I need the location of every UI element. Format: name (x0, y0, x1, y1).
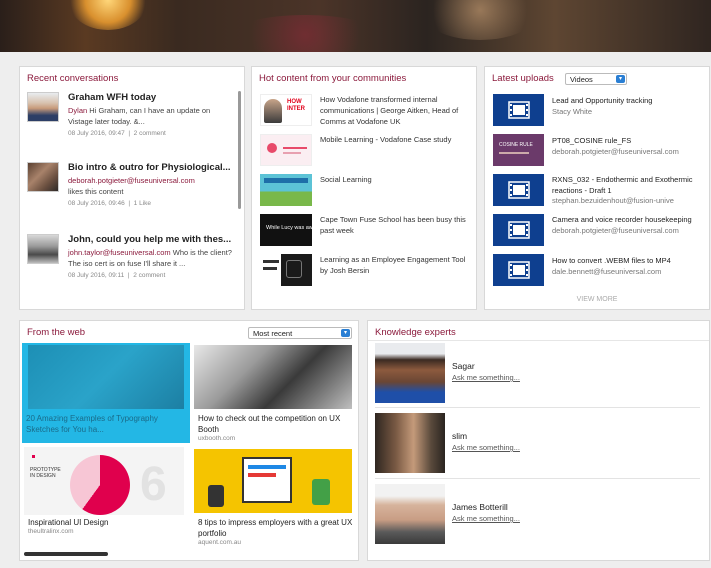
hot-content-text[interactable]: Social Learning (320, 174, 475, 185)
conversations-scrollbar[interactable] (238, 91, 241, 209)
upload-title[interactable]: PT08_COSINE rule_FS (552, 136, 705, 147)
presentation-thumbnail: COSINE RULE (493, 134, 544, 166)
web-article[interactable]: How to check out the competition on UX B… (194, 345, 354, 445)
upload-item[interactable]: Lead and Opportunity tracking Stacy Whit… (493, 94, 705, 126)
avatar (27, 92, 59, 122)
article-source: uxbooth.com (198, 435, 236, 442)
film-icon (493, 94, 544, 126)
web-article[interactable]: 20 Amazing Examples of Typography Sketch… (22, 343, 190, 443)
avatar (27, 234, 59, 264)
content-thumbnail: HOW INTER (260, 94, 312, 126)
article-image (194, 345, 352, 409)
hot-content-item[interactable]: Learning as an Employee Engagement Tool … (260, 254, 475, 286)
conversation-snippet: Dylan Hi Graham, can I have an update on… (68, 106, 211, 126)
upload-user[interactable]: deborah.potgieter@fuseuniversal.com (552, 226, 705, 237)
upload-title[interactable]: RXNS_032 - Endothermic and Exothermic re… (552, 175, 705, 196)
avatar (27, 162, 59, 192)
expert-photo (375, 343, 445, 403)
conversation-snippet: deborah.potgieter@fuseuniversal.com like… (68, 176, 195, 196)
horizontal-scrollbar[interactable] (24, 552, 108, 556)
content-thumbnail (260, 254, 312, 286)
expert-item[interactable]: Sagar Ask me something... (375, 343, 695, 403)
knowledge-experts-title: Knowledge experts (368, 321, 709, 341)
upload-user[interactable]: dale.bennett@fuseuniversal.com (552, 267, 705, 278)
upload-user[interactable]: deborah.potgieter@fuseuniversal.com (552, 147, 705, 158)
expert-name[interactable]: slim (452, 431, 467, 441)
conversation-snippet: john.taylor@fuseuniversal.com Who is the… (68, 248, 232, 268)
comment-count[interactable]: 2 comment (134, 130, 166, 137)
chevron-down-icon: ▾ (341, 329, 350, 337)
upload-type-select[interactable]: Videos ▾ (565, 73, 627, 85)
ask-link[interactable]: Ask me something... (452, 514, 520, 523)
article-caption[interactable]: 8 tips to impress employers with a great… (198, 517, 354, 539)
upload-item[interactable]: Camera and voice recorder housekeeping d… (493, 214, 705, 246)
conversation-author[interactable]: Dylan (68, 106, 87, 115)
conversation-author[interactable]: john.taylor@fuseuniversal.com (68, 248, 171, 257)
hot-content-text[interactable]: Mobile Learning - Vodafone Case study (320, 134, 475, 145)
like-count[interactable]: 1 Like (134, 200, 151, 207)
hot-content-item[interactable]: Social Learning (260, 174, 475, 206)
ask-link[interactable]: Ask me something... (452, 443, 520, 452)
conversation-meta: 08 July 2016, 09:47 | 2 comment (68, 130, 166, 137)
hot-content-text[interactable]: Cape Town Fuse School has been busy this… (320, 214, 475, 236)
chevron-down-icon: ▾ (616, 75, 625, 83)
hot-content-item[interactable]: HOW INTER How Vodafone transformed intern… (260, 94, 475, 126)
sort-select[interactable]: Most recent ▾ (248, 327, 352, 339)
upload-user[interactable]: Stacy White (552, 107, 705, 118)
hot-content-text[interactable]: Learning as an Employee Engagement Tool … (320, 254, 475, 276)
recent-conversations-card: Recent conversations Graham WFH today Dy… (19, 66, 245, 310)
knowledge-experts-card: Knowledge experts Sagar Ask me something… (367, 320, 710, 561)
expert-photo (375, 413, 445, 473)
hot-content-text[interactable]: How Vodafone transformed internal commun… (320, 94, 475, 127)
article-image: PROTOTYPE IN DESIGN 6 (24, 447, 184, 515)
recent-conversations-title: Recent conversations (27, 73, 119, 84)
upload-title[interactable]: How to convert .WEBM files to MP4 (552, 256, 705, 267)
web-article[interactable]: PROTOTYPE IN DESIGN 6 Inspirational UI D… (24, 447, 190, 547)
ask-link[interactable]: Ask me something... (452, 373, 520, 382)
upload-item[interactable]: How to convert .WEBM files to MP4 dale.b… (493, 254, 705, 286)
from-the-web-card: From the web Most recent ▾ 20 Amazing Ex… (19, 320, 359, 561)
article-image (28, 345, 184, 409)
article-source: aquent.com.au (198, 539, 242, 546)
hot-content-card: Hot content from your communities HOW INT… (251, 66, 477, 310)
conversation-meta: 08 July 2016, 09:11 | 2 comment (68, 272, 166, 279)
film-icon (493, 214, 544, 246)
conversation-meta: 08 July 2016, 09:46 | 1 Like (68, 200, 152, 207)
upload-item[interactable]: COSINE RULE PT08_COSINE rule_FS deborah.… (493, 134, 705, 166)
expert-item[interactable]: James Botterill Ask me something... (375, 484, 695, 544)
upload-title[interactable]: Camera and voice recorder housekeeping (552, 215, 705, 226)
hot-content-item[interactable]: Mobile Learning - Vodafone Case study (260, 134, 475, 166)
content-thumbnail: While Lucy was away... (260, 214, 323, 246)
article-caption[interactable]: How to check out the competition on UX B… (198, 413, 354, 435)
latest-uploads-card: Latest uploads Videos ▾ Lead and Opportu… (484, 66, 710, 310)
conversation-author[interactable]: deborah.potgieter@fuseuniversal.com (68, 176, 195, 185)
conversation-title[interactable]: John, could you help me with thes... (68, 234, 237, 245)
upload-user[interactable]: stephan.bezuidenhout@fusion-unive (552, 196, 705, 207)
conversation-title[interactable]: Bio intro & outro for Physiological... (68, 162, 237, 173)
hot-content-item[interactable]: While Lucy was away... Cape Town Fuse Sc… (260, 214, 475, 246)
film-icon (493, 174, 544, 206)
article-image (194, 449, 352, 513)
expert-photo (375, 484, 445, 544)
view-more-link[interactable]: VIEW MORE (485, 296, 709, 303)
content-thumbnail (260, 134, 312, 166)
expert-item[interactable]: slim Ask me something... (375, 413, 695, 473)
article-caption[interactable]: 20 Amazing Examples of Typography Sketch… (26, 413, 188, 435)
expert-name[interactable]: Sagar (452, 361, 475, 371)
hot-content-title: Hot content from your communities (259, 73, 407, 84)
film-icon (493, 254, 544, 286)
upload-title[interactable]: Lead and Opportunity tracking (552, 96, 705, 107)
conversation-title[interactable]: Graham WFH today (68, 92, 237, 103)
article-source: theultralinx.com (28, 528, 74, 535)
web-article[interactable]: 8 tips to impress employers with a great… (194, 449, 354, 549)
expert-name[interactable]: James Botterill (452, 502, 508, 512)
comment-count[interactable]: 2 comment (133, 272, 165, 279)
upload-item[interactable]: RXNS_032 - Endothermic and Exothermic re… (493, 174, 705, 206)
banner-image (0, 0, 711, 52)
article-caption[interactable]: Inspirational UI Design (28, 517, 188, 528)
content-thumbnail (260, 174, 312, 206)
